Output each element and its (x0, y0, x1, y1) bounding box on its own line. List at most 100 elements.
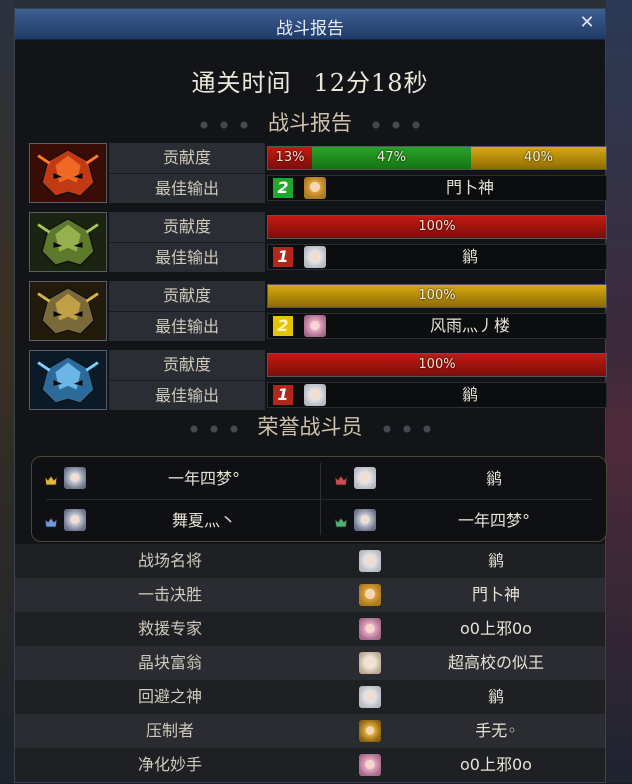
close-button[interactable]: ✕ (577, 13, 597, 33)
player-name: 一年四梦° (167, 469, 240, 488)
dungeon-row: 贡献度最佳输出 100% 2 风雨灬丿楼 (29, 281, 607, 341)
best-dps-row: 1鹟 (267, 244, 607, 270)
contribution-segment: 13% (268, 147, 312, 169)
green-medal-icon (334, 514, 348, 528)
honor-member[interactable]: 舞夏灬丶 (32, 503, 316, 539)
player-portrait (354, 467, 376, 489)
rank-badge-icon: 2 (273, 316, 293, 336)
ornament-left (194, 119, 254, 130)
window-title: 战斗报告 (276, 19, 344, 39)
player-portrait (359, 550, 381, 572)
player-name[interactable]: 鹟 (334, 383, 606, 407)
player-portrait (359, 686, 381, 708)
contribution-bar: 100% (267, 353, 607, 377)
player-portrait (64, 467, 86, 489)
award-row[interactable]: 战场名将 鹟 (15, 544, 605, 578)
honor-member[interactable]: 一年四梦° (32, 461, 316, 497)
contribution-bar: 13% 47% 40% (267, 146, 607, 170)
award-title: 晶块富翁 (137, 653, 202, 672)
award-row[interactable]: 压制者 手无◦ (15, 714, 605, 748)
honor-member[interactable]: 鹟 (322, 461, 606, 497)
best-dps-label: 最佳输出 (109, 380, 265, 410)
background-right (606, 0, 632, 783)
title-bar[interactable]: 战斗报告 ✕ (15, 9, 605, 40)
player-portrait (304, 177, 326, 199)
player-portrait (304, 315, 326, 337)
best-dps-label: 最佳输出 (109, 173, 265, 203)
blue-medal-icon (44, 514, 58, 528)
player-name: 鹟 (487, 687, 504, 706)
player-name[interactable]: 門卜神 (334, 176, 606, 200)
label-column: 贡献度 最佳输出 (109, 212, 265, 272)
player-portrait (359, 652, 381, 674)
gold-medal-icon (44, 472, 58, 486)
contribution-bar: 100% (267, 215, 607, 239)
contribution-label: 贡献度 (162, 148, 211, 167)
ornament-left (183, 423, 244, 434)
player-name: 舞夏灬丶 (171, 511, 236, 530)
award-title: 压制者 (145, 721, 194, 740)
best-dps-row: 2 門卜神 (267, 175, 607, 201)
award-row[interactable]: 净化妙手 o0上邪0o (15, 748, 605, 782)
contribution-bar: 100% (267, 284, 607, 308)
player-portrait (304, 384, 326, 406)
best-dps-row: 2 风雨灬丿楼 (267, 313, 607, 339)
award-title: 一击决胜 (137, 585, 202, 604)
honor-member[interactable]: 一年四梦° (322, 503, 606, 539)
contribution-segment: 100% (268, 216, 606, 238)
battle-report-window: 战斗报告 ✕ 通关时间 12分18秒 战斗报告 贡献度 最佳输出 13% 47% 40% 2… (14, 8, 607, 784)
contribution-segment: 40% (471, 147, 606, 169)
red-flame-mask-icon (29, 143, 107, 203)
player-name: o0上邪0o (460, 619, 532, 638)
award-title: 战场名将 (137, 551, 202, 570)
award-row[interactable]: 一击决胜 門卜神 (15, 578, 605, 612)
contribution-label: 贡献度 (162, 355, 211, 374)
gold-horn-mask-icon (29, 281, 107, 341)
green-thorn-mask-icon (29, 212, 107, 272)
player-name[interactable]: 鹟 (334, 245, 606, 269)
honor-panel: 一年四梦° 鹟舞夏灬丶 一年四梦° (31, 456, 607, 542)
player-name: 超高校の似王 (447, 653, 544, 672)
player-portrait (359, 618, 381, 640)
award-row[interactable]: 晶块富翁 超高校の似王 (15, 646, 605, 680)
player-name: 門卜神 (471, 585, 520, 604)
report-section-header: 战斗报告 (15, 107, 605, 137)
clear-time-label: 通关时间 (191, 69, 292, 97)
player-name: 手无◦ (475, 721, 517, 740)
player-name: o0上邪0o (460, 755, 532, 774)
player-name: 鹟 (487, 551, 504, 570)
rank-badge-icon: 2 (273, 178, 293, 198)
ornament-right (376, 423, 437, 434)
clear-time: 通关时间 12分18秒 (15, 63, 605, 98)
award-title: 回避之神 (137, 687, 202, 706)
award-row[interactable]: 回避之神 鹟 (15, 680, 605, 714)
player-portrait (359, 584, 381, 606)
label-column: 贡献度 最佳输出 (109, 143, 265, 203)
honor-section-header: 荣誉战斗员 (15, 411, 605, 441)
player-name[interactable]: 风雨灬丿楼 (334, 314, 606, 338)
clear-time-value: 12分18秒 (313, 69, 429, 97)
player-name: 一年四梦° (457, 511, 530, 530)
contribution-segment: 47% (312, 147, 471, 169)
red-medal-icon (334, 472, 348, 486)
player-portrait (304, 246, 326, 268)
rank-badge-icon: 1 (273, 385, 293, 405)
award-row[interactable]: 救援专家 o0上邪0o (15, 612, 605, 646)
best-dps-label: 最佳输出 (109, 311, 265, 341)
best-dps-label: 最佳输出 (109, 242, 265, 272)
contribution-label: 贡献度 (162, 286, 211, 305)
player-portrait (354, 509, 376, 531)
honor-header-text: 荣誉战斗员 (257, 415, 363, 439)
award-title: 救援专家 (137, 619, 202, 638)
contribution-segment: 100% (268, 285, 606, 307)
player-portrait (359, 754, 381, 776)
blue-crystal-mask-icon (29, 350, 107, 410)
divider (46, 499, 592, 500)
ornament-right (366, 119, 426, 130)
dungeon-row: 贡献度 最佳输出 100% 1 鹟 (29, 212, 607, 272)
dungeon-row: 贡献度最佳输出 13% 47% 40% 2 門卜神 (29, 143, 607, 203)
best-dps-row: 1鹟 (267, 382, 607, 408)
awards-table: 战场名将鹟一击决胜 門卜神 救援专家 o0上邪0o 晶块富翁 超高校の似王 回避之神鹟压制者… (15, 544, 605, 784)
player-portrait (359, 720, 381, 742)
dungeon-row: 贡献度 最佳输出 100% 1 鹟 (29, 350, 607, 410)
